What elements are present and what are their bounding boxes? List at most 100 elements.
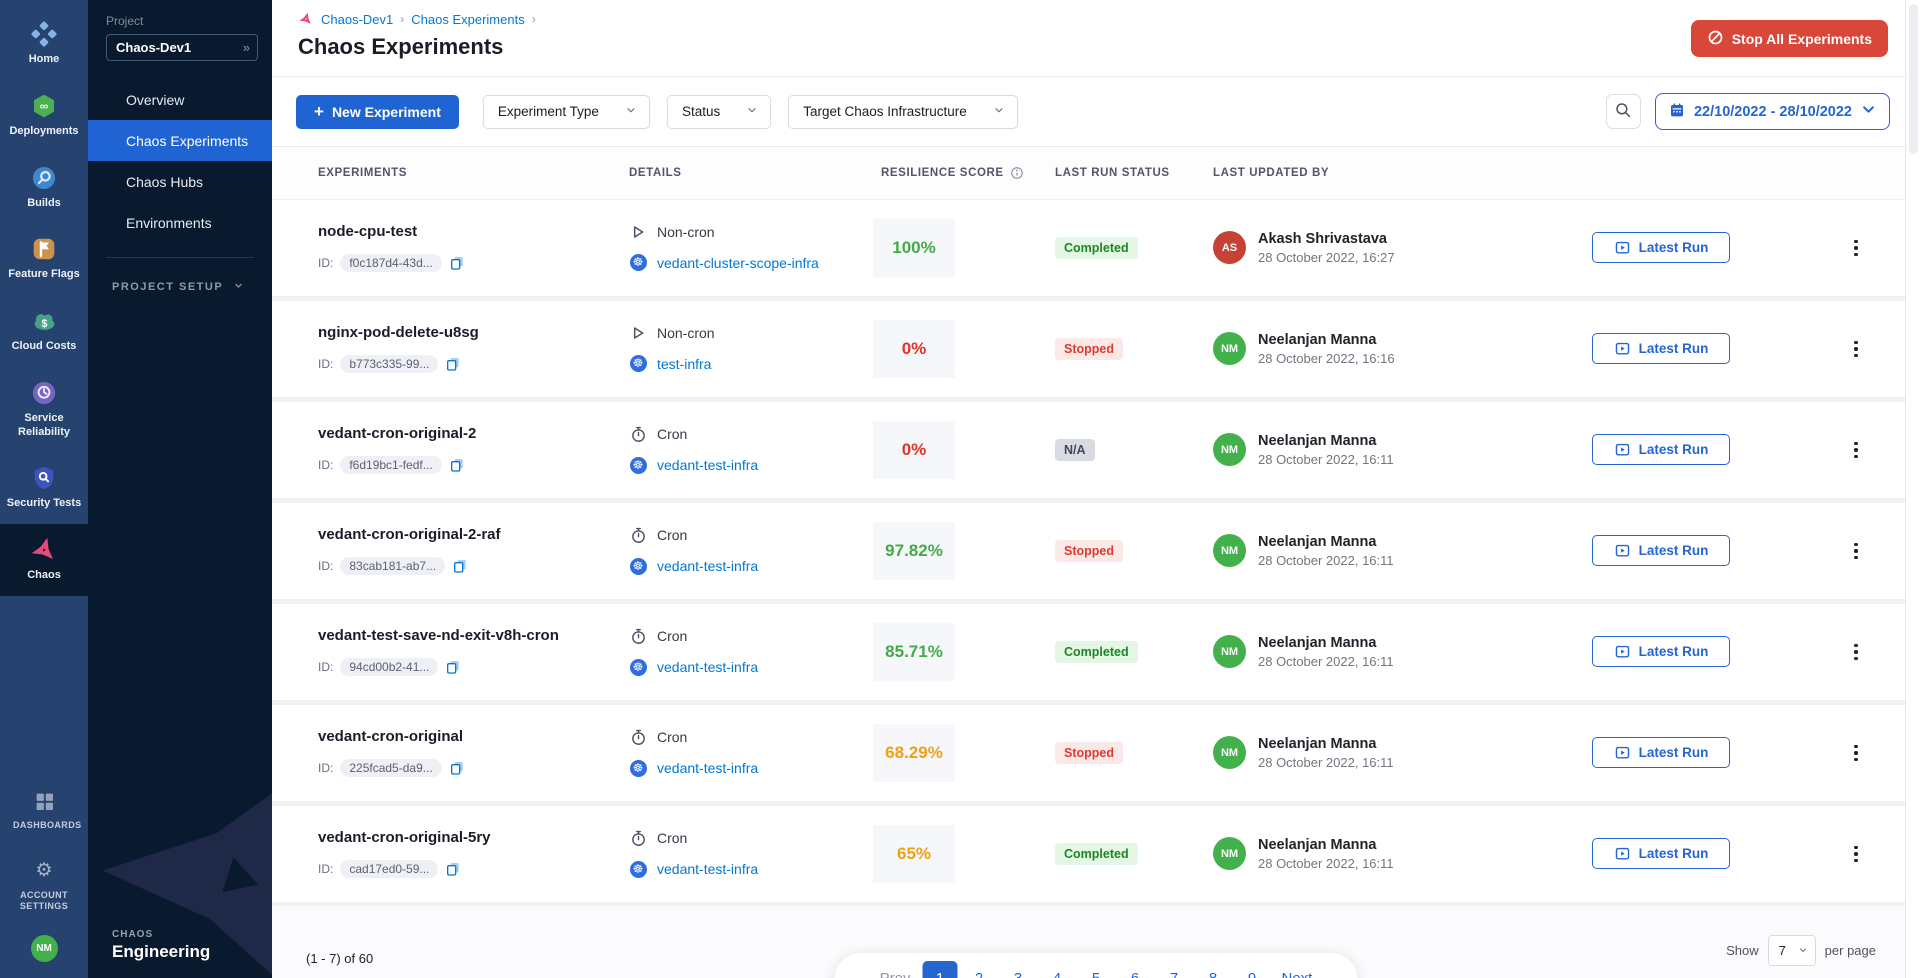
infrastructure-link[interactable]: vedant-test-infra (657, 659, 758, 675)
page-button-3[interactable]: 3 (1001, 961, 1036, 978)
sidebar-item-chaos-hubs[interactable]: Chaos Hubs (88, 161, 272, 202)
sidebar-item-environments[interactable]: Environments (88, 202, 272, 243)
calendar-icon (1669, 102, 1685, 122)
latest-run-button[interactable]: Latest Run (1592, 535, 1730, 566)
stop-all-experiments-button[interactable]: Stop All Experiments (1691, 20, 1888, 57)
table-row[interactable]: vedant-test-save-nd-exit-v8h-cron ID: 94… (272, 603, 1920, 701)
per-page-select[interactable]: 7 (1768, 935, 1816, 966)
breadcrumb-link-chaos-experiments[interactable]: Chaos Experiments (411, 12, 524, 27)
module-service-reliability[interactable]: Service Reliability (0, 367, 88, 453)
breadcrumb-link-chaos-dev1[interactable]: Chaos-Dev1 (321, 12, 393, 27)
page-button-1[interactable]: 1 (923, 961, 958, 978)
latest-run-button[interactable]: Latest Run (1592, 434, 1730, 465)
page-button-4[interactable]: 4 (1040, 961, 1075, 978)
page-button-9[interactable]: 9 (1235, 961, 1270, 978)
experiment-name[interactable]: vedant-test-save-nd-exit-v8h-cron (318, 627, 629, 644)
infrastructure-link[interactable]: test-infra (657, 356, 711, 372)
new-experiment-button[interactable]: + New Experiment (296, 95, 459, 129)
module-account-settings[interactable]: ⚙ ACCOUNT SETTINGS (0, 845, 88, 926)
module-home[interactable]: Home (0, 8, 88, 80)
page-button-5[interactable]: 5 (1079, 961, 1114, 978)
expand-project-icon[interactable]: » (243, 40, 250, 55)
page-button-8[interactable]: 8 (1196, 961, 1231, 978)
copy-icon[interactable] (452, 558, 468, 574)
next-page-button[interactable]: Next → (1274, 961, 1340, 978)
row-menu-button[interactable] (1848, 335, 1864, 364)
table-row[interactable]: node-cpu-test ID: f0c187d4-43d... Non-cr… (272, 199, 1920, 297)
experiment-cell: vedant-test-save-nd-exit-v8h-cron ID: 94… (318, 627, 629, 676)
latest-run-button[interactable]: Latest Run (1592, 333, 1730, 364)
row-menu-button[interactable] (1848, 840, 1864, 869)
updated-time: 28 October 2022, 16:11 (1258, 553, 1394, 568)
project-setup-toggle[interactable]: PROJECT SETUP (88, 258, 272, 294)
search-button[interactable] (1606, 94, 1641, 129)
copy-icon[interactable] (449, 255, 465, 271)
date-range-picker[interactable]: 22/10/2022 - 28/10/2022 (1655, 93, 1890, 130)
details-cell: Cron ☸vedant-test-infra (629, 729, 881, 777)
prev-page-button[interactable]: ← Prev (852, 961, 918, 978)
resilience-score: 65% (873, 825, 955, 883)
kubernetes-icon: ☸ (629, 254, 647, 271)
row-menu-button[interactable] (1848, 739, 1864, 768)
row-menu-button[interactable] (1848, 234, 1864, 263)
infrastructure-link[interactable]: vedant-test-infra (657, 760, 758, 776)
sidebar-item-chaos-experiments[interactable]: Chaos Experiments (88, 120, 272, 161)
page-button-2[interactable]: 2 (962, 961, 997, 978)
module-chaos[interactable]: Chaos (0, 524, 88, 596)
updated-by-cell: NM Neelanjan Manna 28 October 2022, 16:1… (1213, 736, 1558, 770)
details-cell: Cron ☸vedant-test-infra (629, 628, 881, 676)
latest-run-button[interactable]: Latest Run (1592, 232, 1730, 263)
module-feature-flags[interactable]: Feature Flags (0, 223, 88, 295)
experiment-name[interactable]: node-cpu-test (318, 223, 629, 240)
stopwatch-icon (629, 527, 647, 544)
pagination: ← Prev 123456789Next → (834, 953, 1357, 978)
module-security-tests[interactable]: Security Tests (0, 452, 88, 524)
table-row[interactable]: vedant-cron-original ID: 225fcad5-da9...… (272, 704, 1920, 802)
latest-run-label: Latest Run (1639, 442, 1709, 457)
filter-experiment-type[interactable]: Experiment Type (483, 95, 650, 129)
filter-target-chaos-infrastructure[interactable]: Target Chaos Infrastructure (788, 95, 1018, 129)
filter-status[interactable]: Status (667, 95, 771, 129)
infrastructure-link[interactable]: vedant-test-infra (657, 457, 758, 473)
row-menu-button[interactable] (1848, 436, 1864, 465)
copy-icon[interactable] (445, 356, 461, 372)
experiment-cell: vedant-cron-original ID: 225fcad5-da9... (318, 728, 629, 777)
module-deployments[interactable]: ∞ Deployments (0, 80, 88, 152)
user-avatar[interactable]: NM (31, 935, 58, 962)
table-row[interactable]: vedant-cron-original-5ry ID: cad17ed0-59… (272, 805, 1920, 903)
experiment-name[interactable]: nginx-pod-delete-u8sg (318, 324, 629, 341)
infrastructure-link[interactable]: vedant-test-infra (657, 558, 758, 574)
table-row[interactable]: nginx-pod-delete-u8sg ID: b773c335-99...… (272, 300, 1920, 398)
project-section-label: Project (106, 14, 258, 28)
copy-icon[interactable] (445, 861, 461, 877)
stop-icon (1707, 29, 1724, 49)
filter-label: Status (682, 104, 720, 119)
copy-icon[interactable] (449, 457, 465, 473)
copy-icon[interactable] (449, 760, 465, 776)
experiment-name[interactable]: vedant-cron-original-2 (318, 425, 629, 442)
project-selector[interactable]: Chaos-Dev1 » (106, 34, 258, 61)
page-button-6[interactable]: 6 (1118, 961, 1153, 978)
module-builds[interactable]: Builds (0, 152, 88, 224)
page-button-7[interactable]: 7 (1157, 961, 1192, 978)
experiment-name[interactable]: vedant-cron-original-5ry (318, 829, 629, 846)
module-dashboards[interactable]: DASHBOARDS (0, 775, 88, 844)
infrastructure-link[interactable]: vedant-test-infra (657, 861, 758, 877)
row-menu-button[interactable] (1848, 537, 1864, 566)
resilience-score: 0% (873, 320, 955, 378)
scrollbar[interactable] (1905, 0, 1920, 978)
infrastructure-link[interactable]: vedant-cluster-scope-infra (657, 255, 819, 271)
module-cloud-costs[interactable]: $ Cloud Costs (0, 295, 88, 367)
table-row[interactable]: vedant-cron-original-2 ID: f6d19bc1-fedf… (272, 401, 1920, 499)
experiment-name[interactable]: vedant-cron-original (318, 728, 629, 745)
info-icon[interactable] (1010, 166, 1024, 180)
sidebar-item-overview[interactable]: Overview (88, 79, 272, 120)
run-icon (1614, 845, 1631, 862)
experiment-name[interactable]: vedant-cron-original-2-raf (318, 526, 629, 543)
latest-run-button[interactable]: Latest Run (1592, 636, 1730, 667)
table-row[interactable]: vedant-cron-original-2-raf ID: 83cab181-… (272, 502, 1920, 600)
copy-icon[interactable] (445, 659, 461, 675)
latest-run-button[interactable]: Latest Run (1592, 737, 1730, 768)
latest-run-button[interactable]: Latest Run (1592, 838, 1730, 869)
row-menu-button[interactable] (1848, 638, 1864, 667)
